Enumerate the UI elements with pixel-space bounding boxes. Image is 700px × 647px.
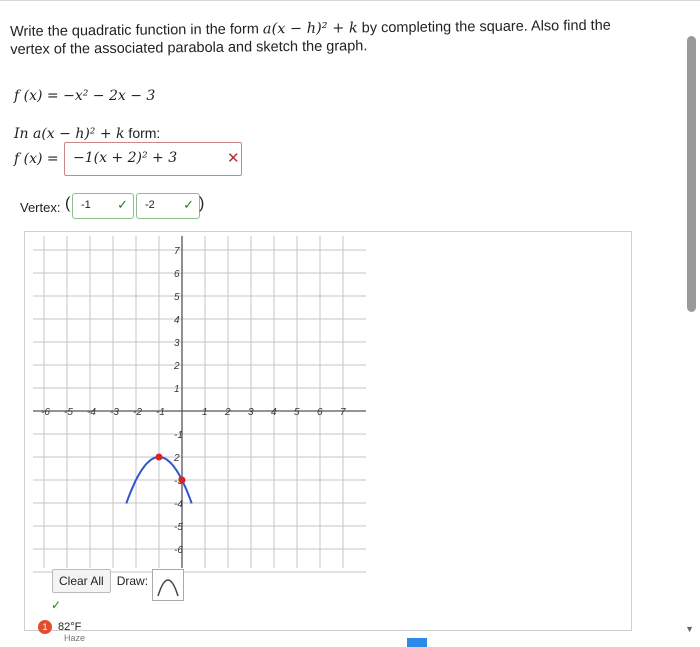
x-tick-label: -1 (156, 407, 165, 418)
y-tick-label: 5 (174, 292, 180, 303)
question-text: Write the quadratic function in the form… (10, 17, 611, 58)
function-equation: f (x) = −x² − 2x − 3 (14, 88, 156, 104)
x-tick-label: 1 (202, 407, 208, 418)
x-tick-label: -4 (87, 407, 96, 418)
scrollbar[interactable] (687, 36, 696, 312)
x-tick-label: 3 (248, 407, 254, 418)
y-tick-label: 2 (173, 361, 180, 372)
x-tick-label: -3 (110, 407, 119, 418)
parabola-icon (157, 579, 179, 597)
curve-point (178, 476, 186, 484)
x-tick-label: -2 (133, 407, 142, 418)
x-tick-label: -5 (64, 407, 73, 418)
x-tick-label: 7 (340, 407, 346, 418)
form-expression: a(x − h)² + k (262, 20, 358, 38)
vertex-y-value: -2 (145, 199, 155, 211)
y-tick-label: 2 (173, 453, 180, 464)
scroll-down-icon[interactable]: ▼ (685, 624, 694, 634)
form-label: In a(x − h)² + k form: (14, 125, 161, 142)
vertex-x-input[interactable]: -1 ✓ (72, 193, 134, 219)
weather-widget[interactable]: 1 82°F Haze (38, 620, 85, 643)
top-divider (0, 0, 700, 1)
vertex-open-paren: ( (65, 195, 71, 212)
y-tick-label: -4 (174, 499, 183, 510)
answer-value: −1(x + 2)² + 3 (73, 150, 178, 166)
x-tick-label: 4 (271, 407, 277, 418)
check-icon: ✓ (117, 197, 128, 212)
answer-input[interactable]: −1(x + 2)² + 3 ✕ (64, 142, 242, 176)
y-tick-label: 6 (174, 269, 180, 280)
check-icon: ✓ (183, 197, 194, 212)
vertex-y-input[interactable]: -2 ✓ (136, 193, 200, 219)
vertex-point (155, 453, 163, 461)
parabola-draw-tool[interactable] (152, 569, 184, 601)
draw-label: Draw: (116, 574, 149, 588)
check-icon: ✓ (51, 598, 62, 612)
graph-toolbar: Clear All Draw: (52, 569, 148, 593)
y-tick-label: -1 (174, 430, 183, 441)
vertex-close-paren: ) (199, 195, 205, 212)
y-tick-label: 4 (174, 315, 180, 326)
x-tick-label: 2 (224, 407, 231, 418)
clear-all-button[interactable]: Clear All (52, 569, 111, 593)
notification-badge: 1 (38, 620, 52, 634)
weather-temp: 82°F (58, 620, 82, 633)
x-icon: ✕ (227, 149, 240, 167)
vertex-label: Vertex: (20, 200, 61, 215)
x-tick-label: 6 (317, 407, 323, 418)
y-tick-label: 7 (174, 246, 180, 257)
y-tick-label: -5 (174, 522, 183, 533)
y-tick-label: 3 (174, 338, 180, 349)
y-tick-label: 1 (174, 384, 180, 395)
x-tick-label: -6 (41, 407, 50, 418)
weather-condition: Haze (64, 633, 86, 643)
vertex-x-value: -1 (81, 199, 91, 211)
y-tick-label: -6 (174, 545, 183, 556)
fx-label: f (x) = (14, 151, 59, 167)
taskbar-app-icon[interactable] (407, 638, 427, 647)
x-tick-label: 5 (294, 407, 300, 418)
